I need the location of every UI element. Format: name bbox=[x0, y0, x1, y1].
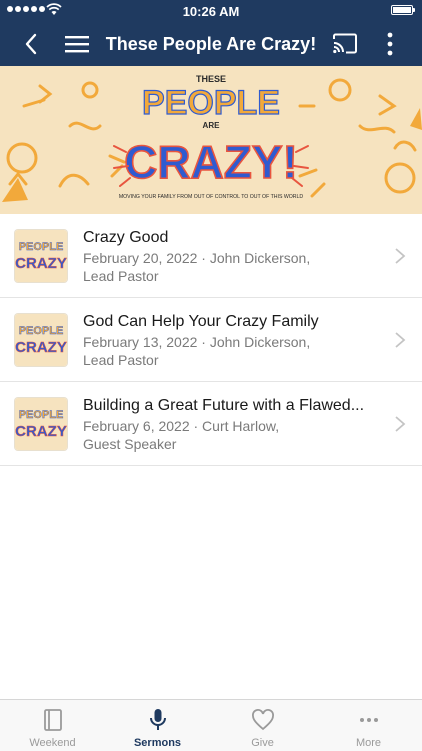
svg-text:PEOPLE: PEOPLE bbox=[19, 325, 64, 337]
book-icon bbox=[43, 709, 62, 731]
tab-give[interactable]: Give bbox=[210, 700, 315, 751]
banner-tagline: MOVING YOUR FAMILY FROM OUT OF CONTROL T… bbox=[119, 194, 304, 200]
chevron-right-icon bbox=[395, 332, 406, 348]
status-bar: 10:26 AM bbox=[0, 0, 422, 22]
sermon-row[interactable]: PEOPLE CRAZY God Can Help Your Crazy Fam… bbox=[0, 298, 422, 382]
tab-label: Weekend bbox=[29, 737, 76, 749]
cast-icon[interactable] bbox=[332, 31, 358, 57]
tab-weekend[interactable]: Weekend bbox=[0, 700, 105, 751]
status-time: 10:26 AM bbox=[182, 4, 240, 19]
ellipsis-icon bbox=[359, 718, 378, 722]
tab-label: Give bbox=[251, 737, 274, 749]
banner-line1: THESE bbox=[196, 74, 226, 84]
sermon-speaker-role: Lead Pastor bbox=[83, 352, 159, 368]
hamburger-menu-icon[interactable] bbox=[64, 32, 90, 56]
more-options-icon[interactable] bbox=[378, 31, 402, 57]
battery-icon bbox=[391, 5, 415, 15]
svg-text:PEOPLE: PEOPLE bbox=[19, 241, 64, 253]
svg-text:CRAZY: CRAZY bbox=[15, 423, 67, 440]
tab-label: Sermons bbox=[133, 737, 182, 749]
sermon-thumbnail: PEOPLE CRAZY bbox=[15, 230, 67, 282]
sermon-speaker-role: Lead Pastor bbox=[83, 268, 159, 284]
sermon-meta: February 6, 2022 · Curt Harlow, Guest Sp… bbox=[83, 417, 383, 453]
sermon-title: Building a Great Future with a Flawed... bbox=[83, 397, 365, 414]
sermon-date-speaker: February 6, 2022 · Curt Harlow, bbox=[83, 418, 280, 434]
tab-label: More bbox=[355, 737, 382, 749]
back-icon[interactable] bbox=[20, 32, 44, 56]
svg-text:CRAZY: CRAZY bbox=[15, 255, 67, 272]
chevron-right-icon bbox=[395, 248, 406, 264]
svg-text:CRAZY: CRAZY bbox=[15, 339, 67, 356]
chevron-right-icon bbox=[395, 416, 406, 432]
sermon-speaker-role: Guest Speaker bbox=[83, 436, 177, 452]
sermon-meta: February 20, 2022 · John Dickerson, Lead… bbox=[83, 249, 383, 285]
heart-icon bbox=[251, 709, 274, 731]
svg-text:PEOPLE: PEOPLE bbox=[19, 409, 64, 421]
tab-more[interactable]: More bbox=[315, 700, 422, 751]
series-banner: THESE PEOPLE ARE CRAZY! MOVING YOUR FAMI… bbox=[0, 66, 422, 214]
banner-line3: ARE bbox=[203, 121, 221, 130]
banner-line4: CRAZY! bbox=[124, 136, 298, 188]
sermon-thumbnail: PEOPLE CRAZY bbox=[15, 398, 67, 450]
banner-line2: PEOPLE bbox=[142, 84, 280, 122]
sermon-title: God Can Help Your Crazy Family bbox=[83, 313, 319, 330]
sermon-title: Crazy Good bbox=[83, 229, 169, 246]
tab-bar: Weekend Sermons Give More bbox=[0, 699, 422, 751]
sermon-list: PEOPLE CRAZY Crazy Good February 20, 202… bbox=[0, 214, 422, 466]
sermon-date-speaker: February 20, 2022 · John Dickerson, bbox=[83, 250, 311, 266]
sermon-thumbnail: PEOPLE CRAZY bbox=[15, 314, 67, 366]
page-title: These People Are Crazy! bbox=[105, 34, 317, 54]
sermon-date-speaker: February 13, 2022 · John Dickerson, bbox=[83, 334, 311, 350]
navigation-bar: These People Are Crazy! bbox=[0, 22, 422, 66]
sermon-row[interactable]: PEOPLE CRAZY Crazy Good February 20, 202… bbox=[0, 214, 422, 298]
microphone-icon bbox=[149, 709, 166, 730]
sermon-meta: February 13, 2022 · John Dickerson, Lead… bbox=[83, 333, 383, 369]
sermon-row[interactable]: PEOPLE CRAZY Building a Great Future wit… bbox=[0, 382, 422, 466]
tab-sermons[interactable]: Sermons bbox=[105, 700, 210, 751]
